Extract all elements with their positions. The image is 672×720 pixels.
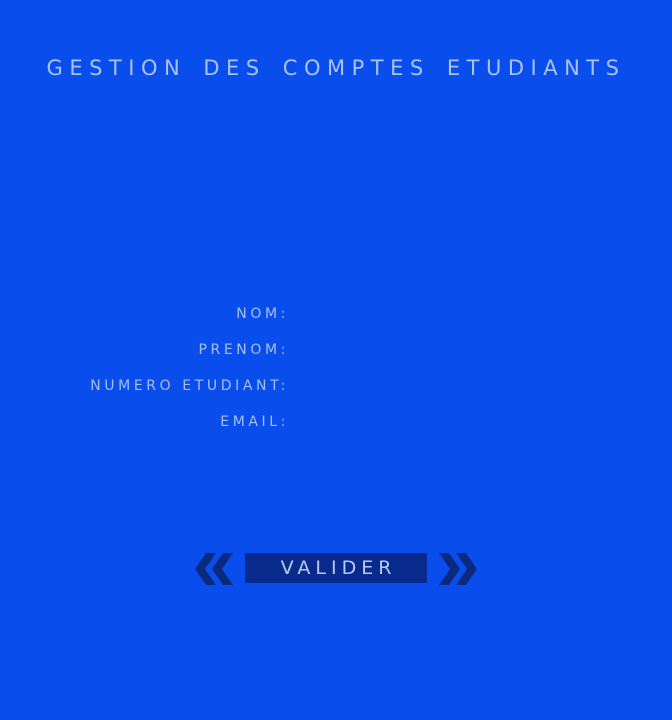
email-label: EMAIL: [220, 414, 289, 430]
action-bar: VALIDER [0, 552, 672, 586]
double-chevron-right-icon [436, 552, 480, 586]
nom-input[interactable] [296, 302, 600, 328]
page-title: GESTION DES COMPTES ETUDIANTS [46, 56, 626, 80]
form-row-email: EMAIL: [0, 408, 672, 444]
valider-button[interactable]: VALIDER [245, 553, 427, 583]
form-row-nom: NOM: [0, 300, 672, 336]
double-chevron-left-icon [192, 552, 236, 586]
prenom-input[interactable] [296, 338, 600, 364]
numero-etudiant-input[interactable] [296, 374, 600, 400]
form-row-prenom: PRENOM: [0, 336, 672, 372]
nom-label: NOM: [236, 306, 289, 322]
email-input[interactable] [296, 410, 600, 436]
form-row-numero-etudiant: NUMERO ETUDIANT: [0, 372, 672, 408]
prenom-label: PRENOM: [198, 342, 289, 358]
student-account-form: NOM: PRENOM: NUMERO ETUDIANT: EMAIL: [0, 300, 672, 444]
numero-etudiant-label: NUMERO ETUDIANT: [90, 378, 289, 394]
